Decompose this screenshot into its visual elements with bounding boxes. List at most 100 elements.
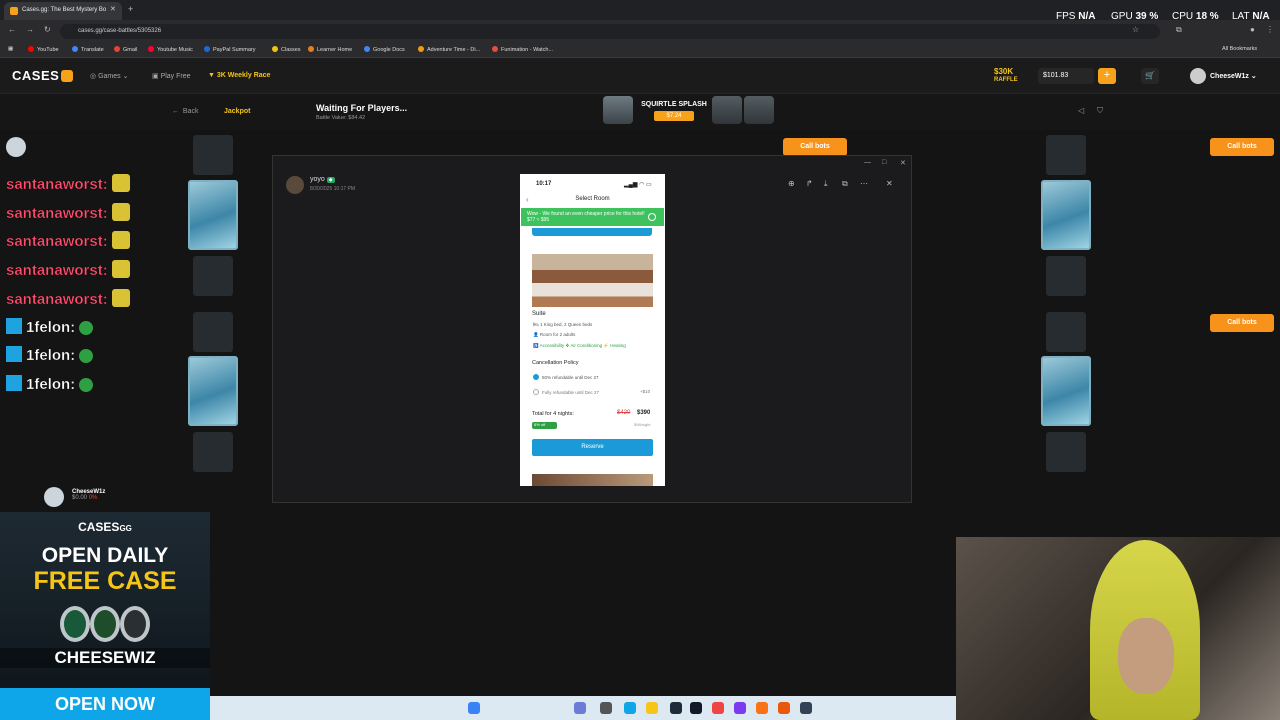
sender-name-text: yoyo	[310, 176, 325, 183]
player-avatar	[44, 487, 64, 507]
user-avatar	[1190, 68, 1206, 84]
taskbar-app-icon[interactable]	[778, 702, 790, 714]
discount-badge: 8% off	[532, 422, 557, 429]
zoom-icon[interactable]: ⊕	[788, 179, 795, 188]
brave-icon[interactable]	[756, 702, 768, 714]
browser-tab[interactable]: Cases.gg: The Best Mystery Bo	[4, 2, 122, 20]
next-room-photo	[532, 474, 653, 486]
bookmark-item[interactable]: Adventure Time - Di...	[418, 46, 480, 53]
open-external-icon[interactable]: ⧉	[842, 179, 848, 189]
room-photo	[532, 254, 653, 307]
call-bots-button[interactable]: Call bots	[1210, 314, 1274, 332]
player-card: CheeseW1z $0.00 0%	[72, 489, 105, 501]
sound-icon[interactable]: ◁	[1078, 106, 1084, 115]
discord-icon[interactable]	[734, 702, 746, 714]
bookmark-favicon-icon	[272, 46, 278, 52]
call-bots-button[interactable]: Call bots	[783, 138, 847, 156]
bookmark-label: Funimation - Watch...	[501, 47, 554, 53]
close-viewer-icon[interactable]: ✕	[886, 179, 893, 188]
user-menu[interactable]: CheeseW1z ⌄	[1190, 68, 1257, 84]
more-icon[interactable]: ⋯	[860, 179, 868, 188]
phone-status-icons: ▂▄▆ ◠ ▭	[624, 182, 652, 188]
case-slot	[193, 135, 233, 175]
taskbar-app-icon[interactable]	[670, 702, 682, 714]
chat-username: santanaworst:	[6, 290, 108, 308]
bookmark-item[interactable]: YouTube	[28, 46, 59, 53]
apps-grid-icon[interactable]: ▦	[8, 46, 13, 52]
user-badge-icon	[6, 374, 22, 391]
room-amenities-text: Accessibility ❖ Air Conditioning ⚡ Heati…	[539, 343, 626, 348]
nav-games-label: Games	[98, 73, 121, 80]
new-tab-icon[interactable]: +	[128, 4, 133, 14]
room-amenities: ♿ Accessibility ❖ Air Conditioning ⚡ Hea…	[533, 343, 626, 348]
raffle-badge[interactable]: $30K RAFFLE	[994, 68, 1018, 84]
case-image	[744, 96, 774, 124]
shield-icon[interactable]: ⛉	[1097, 106, 1103, 116]
room-capacity-text: Room for 2 adults	[539, 332, 576, 337]
chat-username: santanaworst:	[6, 233, 108, 251]
menu-icon[interactable]: ⋮	[1266, 25, 1274, 34]
old-price: $420	[617, 410, 631, 416]
close-window-icon[interactable]: ✕	[900, 159, 906, 167]
bookmark-item[interactable]: Google Docs	[364, 46, 405, 53]
gpu-stat: GPU 39 %	[1111, 11, 1158, 22]
open-now-button[interactable]: OPEN NOW	[0, 688, 210, 720]
back-label: Back	[182, 108, 199, 115]
bookmark-item[interactable]: Funimation - Watch...	[492, 46, 553, 53]
taskbar-app-icon[interactable]	[600, 702, 612, 714]
chat-message: 1felon:	[6, 317, 94, 336]
nav-weekly-race[interactable]: ▼ 3K Weekly Race	[208, 72, 270, 79]
cancel-option-1: 50% refundable until Dec 27	[533, 374, 599, 380]
add-funds-button[interactable]: +	[1098, 68, 1116, 84]
nav-games[interactable]: ◎ Games ⌄	[90, 72, 128, 80]
back-button[interactable]: ← Back	[172, 108, 198, 115]
all-bookmarks[interactable]: All Bookmarks	[1222, 46, 1257, 52]
tab-title: Cases.gg: The Best Mystery Bo	[22, 7, 107, 13]
bookmark-item[interactable]: Youtube Music	[148, 46, 193, 53]
back-arrow-icon[interactable]: ←	[8, 25, 16, 34]
bookmark-item[interactable]: Classes	[272, 46, 301, 53]
call-bots-button[interactable]: Call bots	[1210, 138, 1274, 156]
site-logo[interactable]: CASES	[12, 68, 74, 83]
bookmark-favicon-icon	[72, 46, 78, 52]
taskbar-app-icon[interactable]	[712, 702, 724, 714]
bookmark-favicon-icon	[114, 46, 120, 52]
bookmark-item[interactable]: Learner Home	[308, 46, 352, 53]
bookmark-item[interactable]: Translate	[72, 46, 104, 53]
url-bar[interactable]: cases.gg/case-battles/5305326	[60, 24, 1160, 39]
download-icon[interactable]: ⤓	[824, 179, 828, 189]
profile-avatar[interactable]: ●	[1250, 25, 1255, 34]
sender-name: yoyo ◆	[310, 176, 335, 183]
file-explorer-icon[interactable]	[646, 702, 658, 714]
bookmark-item[interactable]: PayPal Summary	[204, 46, 256, 53]
promo-code: CHEESEWIZ	[0, 648, 210, 668]
cart-icon[interactable]: 🛒	[1141, 68, 1159, 84]
case-slot	[1046, 256, 1086, 296]
close-tab-icon[interactable]: ✕	[110, 5, 116, 13]
bookmark-star-icon[interactable]: ☆	[1132, 25, 1139, 34]
taskbar-app-icon[interactable]	[800, 702, 812, 714]
minimize-icon[interactable]: —	[864, 159, 871, 166]
share-icon[interactable]: ↱	[806, 179, 813, 188]
streamer-face	[1118, 618, 1174, 694]
bookmark-label: Classes	[281, 47, 301, 53]
maximize-icon[interactable]: □	[882, 159, 886, 166]
start-icon[interactable]	[468, 702, 480, 714]
taskbar-app-icon[interactable]	[574, 702, 586, 714]
promo-logo-sup: GG	[119, 524, 132, 533]
promo-logo: CASESGG	[0, 520, 210, 534]
case-name: SQUIRTLE SPLASH	[641, 101, 707, 108]
room-beds-text: 1 King bed, 2 Queen beds	[539, 322, 593, 327]
nav-play-free[interactable]: ▣ Play Free	[152, 72, 191, 80]
extensions-icon[interactable]: ⧉	[1176, 25, 1182, 35]
forward-arrow-icon[interactable]: →	[26, 25, 34, 34]
case-slot	[1046, 135, 1086, 175]
chat-message: 1felon:	[6, 374, 94, 393]
steam-icon[interactable]	[690, 702, 702, 714]
bookmark-item[interactable]: Gmail	[114, 46, 137, 53]
cpu-value: 18 %	[1195, 11, 1219, 22]
chat-username: 1felon:	[26, 318, 76, 336]
edge-icon[interactable]	[624, 702, 636, 714]
reload-icon[interactable]: ↻	[44, 25, 51, 34]
chat-username: 1felon:	[26, 375, 76, 393]
